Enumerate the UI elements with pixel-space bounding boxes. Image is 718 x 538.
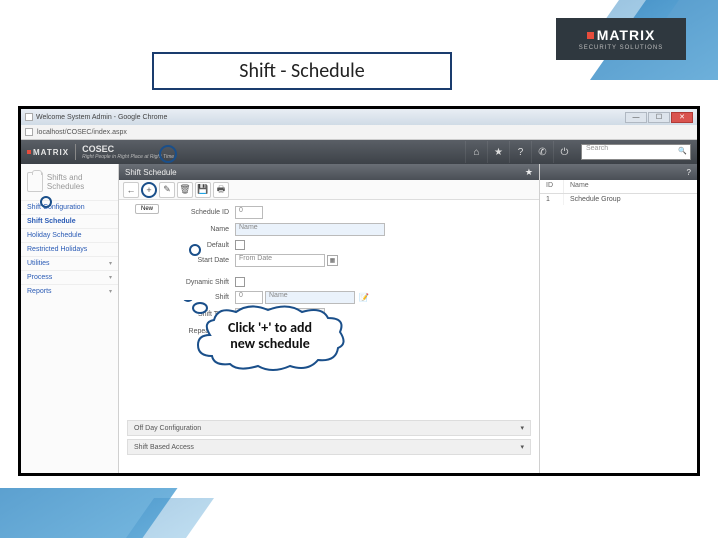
note-icon[interactable]: 📝 bbox=[359, 293, 371, 303]
sidebar-item-shift-schedule[interactable]: Shift Schedule bbox=[21, 214, 118, 228]
sidebar-item-holiday-schedule[interactable]: Holiday Schedule bbox=[21, 228, 118, 242]
list-row[interactable]: 1 Schedule Group bbox=[540, 194, 697, 205]
default-checkbox[interactable] bbox=[235, 240, 245, 250]
url-text: localhost/COSEC/index.aspx bbox=[37, 129, 127, 136]
add-button[interactable]: + bbox=[141, 182, 157, 198]
chevron-down-icon: ▾ bbox=[109, 274, 112, 281]
schedule-id-input[interactable]: 0 bbox=[235, 206, 263, 219]
maximize-button[interactable]: ☐ bbox=[648, 112, 670, 123]
shift-based-section[interactable]: Shift Based Access ▾ bbox=[127, 439, 531, 455]
callout-line1: Click '+' to add bbox=[180, 320, 360, 336]
start-date-label: Start Date bbox=[127, 257, 235, 264]
chevron-down-icon: ▾ bbox=[109, 288, 112, 295]
sidebar-header: Shifts and Schedules bbox=[21, 168, 118, 196]
print-button[interactable]: 🖶 bbox=[213, 182, 229, 198]
highlight-circle bbox=[40, 196, 52, 208]
panel-title: Shift Schedule bbox=[125, 168, 177, 177]
app-brand: MATRIX bbox=[27, 148, 69, 157]
help-icon[interactable]: ? bbox=[509, 141, 531, 163]
save-button[interactable]: 💾 bbox=[195, 182, 211, 198]
logo-dot-icon bbox=[587, 32, 594, 39]
tab-title: Welcome System Admin - Google Chrome bbox=[36, 114, 167, 121]
delete-button[interactable]: 🗑 bbox=[177, 182, 193, 198]
sidebar-item-shift-configuration[interactable]: Shift Configuration bbox=[21, 200, 118, 214]
sidebar-item-reports[interactable]: Reports▾ bbox=[21, 284, 118, 298]
address-bar: localhost/COSEC/index.aspx bbox=[21, 125, 697, 140]
panel-header: Shift Schedule ★ bbox=[119, 164, 539, 180]
callout-line2: new schedule bbox=[180, 336, 360, 352]
help-panel-icon[interactable]: ? bbox=[687, 168, 691, 177]
right-panel: ? ID Name 1 Schedule Group bbox=[539, 164, 697, 473]
slide-title: Shift - Schedule bbox=[239, 59, 364, 83]
highlight-circle bbox=[189, 244, 201, 256]
name-label: Name bbox=[127, 226, 235, 233]
col-name: Name bbox=[564, 180, 595, 193]
expand-icon: ▾ bbox=[520, 424, 524, 432]
off-day-section[interactable]: Off Day Configuration ▾ bbox=[127, 420, 531, 436]
dynamic-shift-label: Dynamic Shift bbox=[127, 279, 235, 286]
expand-icon: ▾ bbox=[520, 443, 524, 451]
logo-brand-text: MATRIX bbox=[597, 27, 656, 43]
logo-subtext: SECURITY SOLUTIONS bbox=[579, 45, 664, 51]
edit-button[interactable]: ✎ bbox=[159, 182, 175, 198]
start-date-input[interactable]: From Date bbox=[235, 254, 325, 267]
brand-dot-icon bbox=[27, 150, 31, 154]
header-search-input[interactable]: Search 🔍 bbox=[581, 144, 691, 160]
dynamic-shift-checkbox[interactable] bbox=[235, 277, 245, 287]
sidebar-item-restricted-holidays[interactable]: Restricted Holidays bbox=[21, 242, 118, 256]
sidebar: Shifts and Schedules Shift Configuration… bbox=[21, 164, 119, 473]
page-icon bbox=[25, 113, 33, 121]
right-panel-header: ? bbox=[540, 164, 697, 180]
slide-title-box: Shift - Schedule bbox=[152, 52, 452, 90]
sidebar-item-process[interactable]: Process▾ bbox=[21, 270, 118, 284]
sidebar-item-utilities[interactable]: Utilities▾ bbox=[21, 256, 118, 270]
app-header: MATRIX COSEC Right People in Right Place… bbox=[21, 140, 697, 164]
highlight-circle bbox=[159, 145, 177, 163]
new-tooltip: New bbox=[135, 204, 159, 214]
minimize-button[interactable]: — bbox=[625, 112, 647, 123]
screenshot-frame: Welcome System Admin - Google Chrome — ☐… bbox=[18, 106, 700, 476]
col-id: ID bbox=[540, 180, 564, 193]
browser-titlebar: Welcome System Admin - Google Chrome — ☐… bbox=[21, 109, 697, 125]
favicon-icon bbox=[25, 128, 33, 136]
calendar-icon[interactable]: ▦ bbox=[327, 255, 338, 266]
phone-icon[interactable]: ✆ bbox=[531, 141, 553, 163]
panel-toolbar: ← + ✎ 🗑 💾 🖶 bbox=[119, 180, 539, 200]
search-icon: 🔍 bbox=[678, 147, 687, 155]
callout-cloud: Click '+' to add new schedule bbox=[180, 300, 360, 368]
name-input[interactable]: Name bbox=[235, 223, 385, 236]
back-button[interactable]: ← bbox=[123, 182, 139, 198]
home-icon[interactable]: ⌂ bbox=[465, 141, 487, 163]
star-icon[interactable]: ★ bbox=[487, 141, 509, 163]
power-icon[interactable]: ⏻ bbox=[553, 141, 575, 163]
matrix-logo: MATRIX SECURITY SOLUTIONS bbox=[556, 18, 686, 60]
list-header: ID Name bbox=[540, 180, 697, 194]
favorite-star-icon[interactable]: ★ bbox=[525, 167, 533, 178]
chevron-down-icon: ▾ bbox=[109, 260, 112, 267]
sidebar-list: Shift Configuration Shift Schedule Holid… bbox=[21, 200, 118, 298]
close-button[interactable]: ✕ bbox=[671, 112, 693, 123]
clipboard-icon bbox=[27, 172, 43, 192]
default-label: Default bbox=[127, 242, 235, 249]
